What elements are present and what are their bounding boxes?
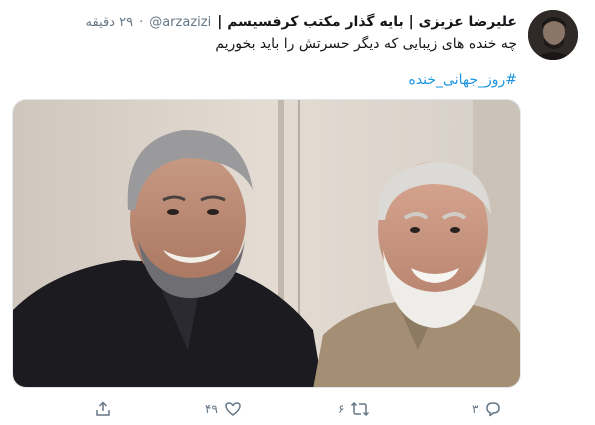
tweet-card[interactable]: علیرضا عزیزی | بایه گذار مکتب کرفسیسم | … — [0, 0, 595, 425]
tweet-actions: ۳ ۶ ۴۹ — [0, 396, 595, 422]
retweet-count: ۶ — [338, 402, 345, 416]
reply-icon — [484, 400, 502, 418]
share-button[interactable] — [94, 396, 112, 422]
tweet-text: چه خنده های زیبایی که دیگر حسرتش را باید… — [215, 36, 517, 52]
tweet-photo[interactable] — [12, 99, 521, 388]
like-count: ۴۹ — [205, 402, 218, 416]
tweet-header: علیرضا عزیزی | بایه گذار مکتب کرفسیسم | … — [17, 12, 518, 32]
user-handle[interactable]: @arzazizi — [149, 15, 211, 30]
separator-dot: · — [139, 14, 144, 30]
share-icon — [94, 400, 112, 418]
reply-count: ۳ — [472, 402, 479, 416]
timestamp[interactable]: ۲۹ دقیقه — [86, 15, 134, 30]
avatar[interactable] — [528, 10, 578, 60]
hashtag-link[interactable]: #روز_جهانی_خنده — [37, 72, 517, 88]
like-button[interactable]: ۴۹ — [205, 396, 242, 422]
retweet-icon — [350, 400, 370, 418]
display-name[interactable]: علیرضا عزیزی | بایه گذار مکتب کرفسیسم | — [217, 14, 517, 30]
reply-button[interactable]: ۳ — [472, 396, 502, 422]
retweet-button[interactable]: ۶ — [338, 396, 370, 422]
heart-icon — [224, 400, 242, 418]
